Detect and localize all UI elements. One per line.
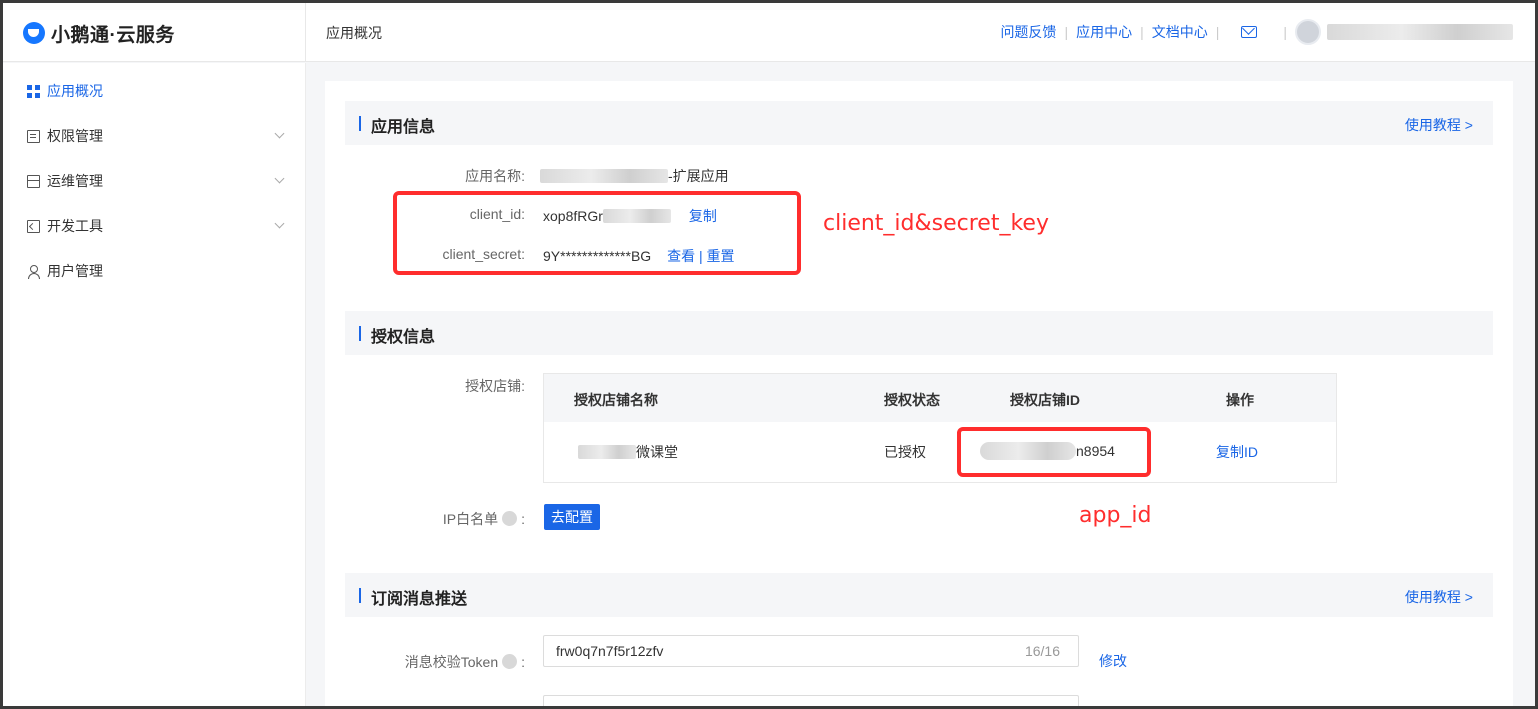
sidebar-item-label: 权限管理 bbox=[47, 128, 103, 144]
section-accent-bar bbox=[359, 588, 361, 603]
column-header: 授权店铺名称 bbox=[574, 392, 658, 408]
highlight-box-secret bbox=[393, 191, 801, 275]
column-header: 授权状态 bbox=[884, 392, 940, 408]
next-field-input[interactable] bbox=[543, 695, 1079, 706]
highlight-box-app-id bbox=[957, 427, 1151, 477]
sidebar-item-label: 应用概况 bbox=[47, 83, 103, 99]
tutorial-link[interactable]: 使用教程 > bbox=[1405, 115, 1473, 135]
section-accent-bar bbox=[359, 326, 361, 341]
help-icon[interactable] bbox=[502, 654, 518, 669]
username-redacted[interactable] bbox=[1327, 24, 1513, 40]
sidebar-item-label: 用户管理 bbox=[47, 263, 103, 279]
ip-whitelist-text: IP白名单 bbox=[442, 511, 499, 527]
shop-name-suffix: 微课堂 bbox=[636, 444, 678, 460]
main-content: 应用信息 使用教程 > 应用名称: -扩展应用 client_id: xop8f… bbox=[325, 81, 1513, 706]
label-colon: : bbox=[521, 654, 525, 670]
mail-icon[interactable] bbox=[1241, 26, 1258, 38]
document-icon bbox=[27, 129, 40, 143]
nav-separator: | bbox=[1215, 24, 1220, 40]
auth-shop-label: 授权店铺: bbox=[465, 378, 525, 394]
nav-separator: | bbox=[1140, 24, 1144, 40]
chevron-down-icon bbox=[274, 173, 285, 184]
top-header: 小鹅通·云服务 应用概况 问题反馈 | 应用中心 | 文档中心 | | bbox=[3, 3, 1535, 62]
avatar[interactable] bbox=[1295, 19, 1321, 45]
sidebar-item-overview[interactable]: 应用概况 bbox=[27, 81, 283, 101]
sidebar-item-label: 开发工具 bbox=[47, 218, 103, 234]
section-auth-info-header: 授权信息 bbox=[345, 311, 1493, 355]
copy-id-link[interactable]: 复制ID bbox=[1216, 442, 1258, 462]
chevron-down-icon bbox=[274, 128, 285, 139]
page-title: 应用概况 bbox=[326, 25, 382, 41]
code-icon bbox=[27, 219, 40, 233]
token-value: frw0q7n7f5r12zfv bbox=[556, 643, 664, 659]
token-input[interactable]: frw0q7n7f5r12zfv 16/16 bbox=[543, 635, 1079, 667]
section-title: 订阅消息推送 bbox=[371, 591, 468, 608]
ip-whitelist-label: IP白名单: bbox=[325, 509, 525, 529]
chevron-down-icon bbox=[274, 218, 285, 229]
label-colon: : bbox=[521, 511, 525, 527]
nav-separator: | bbox=[1283, 24, 1287, 40]
logo-icon bbox=[23, 22, 45, 44]
grid-icon bbox=[27, 84, 40, 98]
section-title: 应用信息 bbox=[371, 119, 436, 136]
sidebar: 应用概况 权限管理 运维管理 开发工具 用户管理 bbox=[3, 63, 306, 706]
app-name-redacted bbox=[540, 169, 668, 183]
column-header: 操作 bbox=[1226, 392, 1254, 408]
section-title: 授权信息 bbox=[371, 329, 436, 346]
section-accent-bar bbox=[359, 116, 361, 131]
header-divider bbox=[305, 3, 306, 62]
sidebar-item-users[interactable]: 用户管理 bbox=[27, 261, 283, 281]
token-label: 消息校验Token: bbox=[325, 652, 525, 672]
modify-token-link[interactable]: 修改 bbox=[1099, 651, 1127, 671]
header-nav: 问题反馈 | 应用中心 | 文档中心 | | bbox=[1000, 17, 1513, 47]
shop-name-cell: 微课堂 bbox=[578, 442, 678, 462]
app-name-label: 应用名称: bbox=[465, 168, 525, 184]
logo[interactable]: 小鹅通·云服务 bbox=[23, 20, 175, 46]
annotation-secret-key: client_id&secret_key bbox=[823, 211, 1049, 236]
sidebar-item-dev-tools[interactable]: 开发工具 bbox=[27, 216, 285, 236]
table-row: 微课堂 已授权 n8954 复制ID bbox=[544, 422, 1336, 482]
auth-status-cell: 已授权 bbox=[884, 444, 926, 460]
nav-feedback-link[interactable]: 问题反馈 bbox=[1000, 22, 1056, 42]
sidebar-item-permissions[interactable]: 权限管理 bbox=[27, 126, 285, 146]
app-name-value: -扩展应用 bbox=[540, 166, 729, 186]
user-icon bbox=[27, 264, 40, 279]
token-char-count: 16/16 bbox=[1024, 643, 1060, 659]
auth-shop-table: 授权店铺名称 授权状态 授权店铺ID 操作 微课堂 已授权 n8954 复制ID bbox=[543, 373, 1337, 483]
shop-name-redacted bbox=[578, 445, 636, 459]
app-name-suffix: -扩展应用 bbox=[668, 168, 729, 184]
tutorial-link[interactable]: 使用教程 > bbox=[1405, 587, 1473, 607]
nav-separator: | bbox=[1064, 24, 1069, 40]
sidebar-item-operations[interactable]: 运维管理 bbox=[27, 171, 285, 191]
table-header: 授权店铺名称 授权状态 授权店铺ID 操作 bbox=[544, 374, 1336, 422]
logo-text: 小鹅通·云服务 bbox=[51, 24, 175, 46]
annotation-app-id: app_id bbox=[1079, 503, 1152, 528]
section-app-info-header: 应用信息 使用教程 > bbox=[345, 101, 1493, 145]
sidebar-item-label: 运维管理 bbox=[47, 173, 103, 189]
token-label-text: 消息校验Token bbox=[404, 654, 499, 670]
nav-app-center-link[interactable]: 应用中心 bbox=[1076, 22, 1132, 42]
section-subscribe-header: 订阅消息推送 使用教程 > bbox=[345, 573, 1493, 617]
help-icon[interactable] bbox=[502, 511, 518, 526]
app-window: 小鹅通·云服务 应用概况 问题反馈 | 应用中心 | 文档中心 | | 应用概况… bbox=[3, 3, 1535, 706]
nav-docs-link[interactable]: 文档中心 bbox=[1152, 22, 1208, 42]
server-icon bbox=[27, 174, 40, 188]
configure-ip-button[interactable]: 去配置 bbox=[544, 504, 600, 530]
column-header: 授权店铺ID bbox=[1010, 392, 1080, 408]
